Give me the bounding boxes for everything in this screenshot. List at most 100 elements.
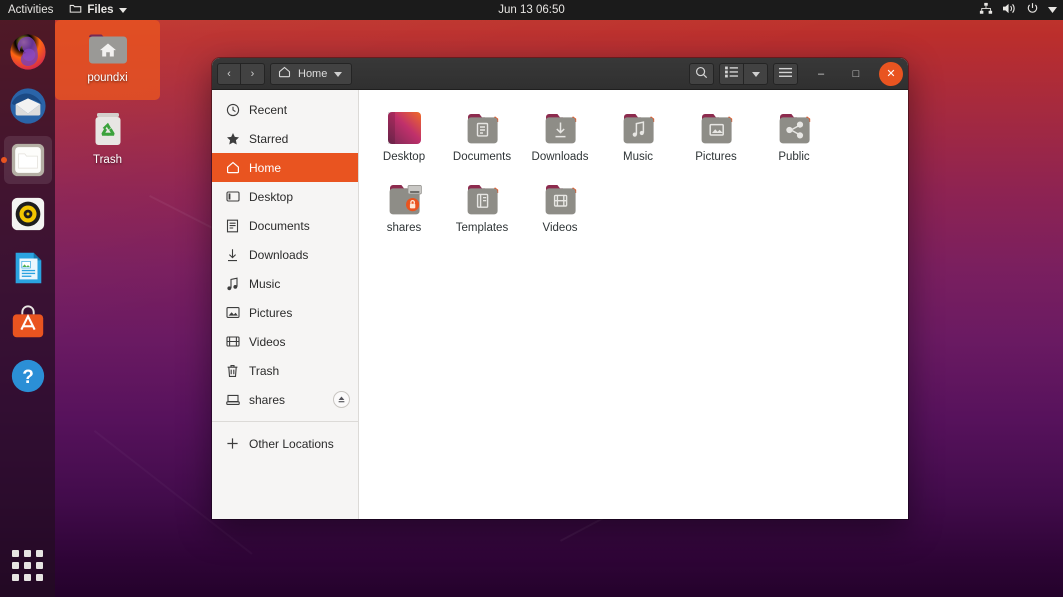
file-label: Videos — [542, 222, 578, 234]
sidebar-item-trash[interactable]: Trash — [212, 356, 358, 385]
forward-button[interactable]: › — [241, 62, 265, 85]
view-mode-group — [719, 62, 768, 85]
sidebar-label: Pictures — [249, 305, 293, 320]
sidebar-item-documents[interactable]: Documents — [212, 211, 358, 240]
sidebar-item-recent[interactable]: Recent — [212, 95, 358, 124]
help-icon: ? — [11, 359, 44, 393]
nav-buttons: ‹ › — [217, 62, 265, 85]
video-icon — [225, 334, 240, 349]
file-label: Downloads — [531, 151, 589, 163]
sidebar-label: Music — [249, 276, 281, 291]
path-bar: Home — [270, 62, 353, 85]
eject-button-shares[interactable] — [333, 391, 350, 408]
files-window: ‹ › Home – □ ✕ Recent Starred Home Deskt… — [212, 58, 908, 519]
downloads-folder-icon — [521, 102, 599, 148]
sidebar-label: Documents — [249, 218, 310, 233]
places-sidebar: Recent Starred Home Desktop Documents Do… — [212, 90, 359, 519]
view-options-dropdown[interactable] — [744, 62, 768, 85]
dock-item-thunderbird[interactable] — [4, 82, 52, 130]
dock-item-rhythmbox[interactable] — [4, 190, 52, 238]
window-header-bar: ‹ › Home – □ ✕ — [212, 58, 908, 90]
file-label: Desktop — [382, 151, 426, 163]
image-icon — [225, 305, 240, 320]
window-body: Recent Starred Home Desktop Documents Do… — [212, 90, 908, 519]
file-item-pictures[interactable]: Pictures — [677, 98, 755, 169]
menu-group — [773, 62, 798, 85]
dock-item-ubuntu-software[interactable] — [4, 298, 52, 346]
search-group — [689, 62, 714, 85]
sidebar-label: Starred — [249, 131, 289, 146]
desktop-icon-label: poundxi — [87, 72, 128, 84]
sidebar-item-videos[interactable]: Videos — [212, 327, 358, 356]
ubuntu-dock: ? — [0, 20, 55, 597]
dock-item-libreoffice-writer[interactable] — [4, 244, 52, 292]
app-menu-files[interactable]: Files — [62, 2, 133, 18]
sidebar-item-downloads[interactable]: Downloads — [212, 240, 358, 269]
plus-icon — [225, 436, 240, 451]
hamburger-menu-button[interactable] — [773, 62, 798, 85]
file-item-downloads[interactable]: Downloads — [521, 98, 599, 169]
dock-item-files[interactable] — [3, 136, 52, 184]
sidebar-label: Trash — [249, 363, 280, 378]
desktop-icon-label: Trash — [93, 154, 122, 166]
file-item-videos[interactable]: Videos — [521, 169, 599, 240]
volume-icon — [1002, 2, 1017, 18]
desktop-icon-home[interactable]: poundxi — [55, 20, 160, 100]
search-button[interactable] — [689, 62, 714, 85]
sidebar-item-pictures[interactable]: Pictures — [212, 298, 358, 327]
sidebar-label: Other Locations — [249, 436, 334, 451]
sidebar-label: Desktop — [249, 189, 294, 204]
sidebar-item-other-locations[interactable]: Other Locations — [212, 429, 358, 458]
system-tray[interactable] — [979, 2, 1057, 18]
home-icon — [225, 160, 240, 175]
file-grid: Desktop Documents Downloads Music Pictur… — [359, 90, 908, 519]
home-folder-icon — [55, 30, 160, 66]
file-item-desktop[interactable]: Desktop — [365, 98, 443, 169]
dock-item-firefox[interactable] — [4, 28, 52, 76]
sidebar-label: Home — [249, 160, 282, 175]
top-bar: Activities Files Jun 13 06:50 — [0, 0, 1063, 20]
sidebar-label: Videos — [249, 334, 286, 349]
clock[interactable]: Jun 13 06:50 — [0, 4, 1063, 16]
file-item-templates[interactable]: Templates — [443, 169, 521, 240]
maximize-button[interactable]: □ — [844, 62, 868, 86]
minimize-button[interactable]: – — [809, 62, 833, 86]
sidebar-item-home[interactable]: Home — [212, 153, 358, 182]
thunderbird-icon — [9, 88, 46, 124]
list-view-button[interactable] — [719, 62, 744, 85]
file-item-music[interactable]: Music — [599, 98, 677, 169]
file-label: shares — [386, 222, 422, 234]
chevron-down-icon — [751, 68, 760, 80]
file-label: Pictures — [695, 151, 737, 163]
drive-icon — [225, 392, 240, 407]
sidebar-item-shares[interactable]: shares — [212, 385, 358, 414]
ubuntu-software-icon — [12, 305, 43, 338]
dock-item-help[interactable]: ? — [4, 352, 52, 400]
sidebar-item-desktop[interactable]: Desktop — [212, 182, 358, 211]
documents-folder-icon — [443, 102, 521, 148]
power-icon — [1026, 2, 1039, 18]
sidebar-item-starred[interactable]: Starred — [212, 124, 358, 153]
sidebar-item-music[interactable]: Music — [212, 269, 358, 298]
folder-icon — [69, 2, 82, 18]
back-button[interactable]: ‹ — [217, 62, 241, 85]
pictures-folder-icon — [677, 102, 755, 148]
videos-folder-icon — [521, 173, 599, 219]
close-button[interactable]: ✕ — [879, 61, 903, 86]
file-item-shares[interactable]: shares — [365, 169, 443, 240]
file-item-public[interactable]: Public — [755, 98, 833, 169]
svg-text:?: ? — [22, 367, 34, 388]
desktop-icon — [225, 189, 240, 204]
hamburger-menu-icon — [779, 67, 792, 81]
music-folder-icon — [599, 102, 677, 148]
desktop-icon-trash[interactable]: Trash — [55, 100, 160, 172]
file-label: Documents — [452, 151, 512, 163]
path-button-home[interactable]: Home — [270, 62, 353, 85]
list-view-icon — [725, 66, 738, 81]
libreoffice-writer-icon — [15, 252, 41, 284]
file-item-documents[interactable]: Documents — [443, 98, 521, 169]
show-applications-button[interactable] — [0, 541, 55, 589]
music-icon — [225, 276, 240, 291]
activities-button[interactable]: Activities — [0, 4, 62, 16]
public-folder-icon — [755, 102, 833, 148]
